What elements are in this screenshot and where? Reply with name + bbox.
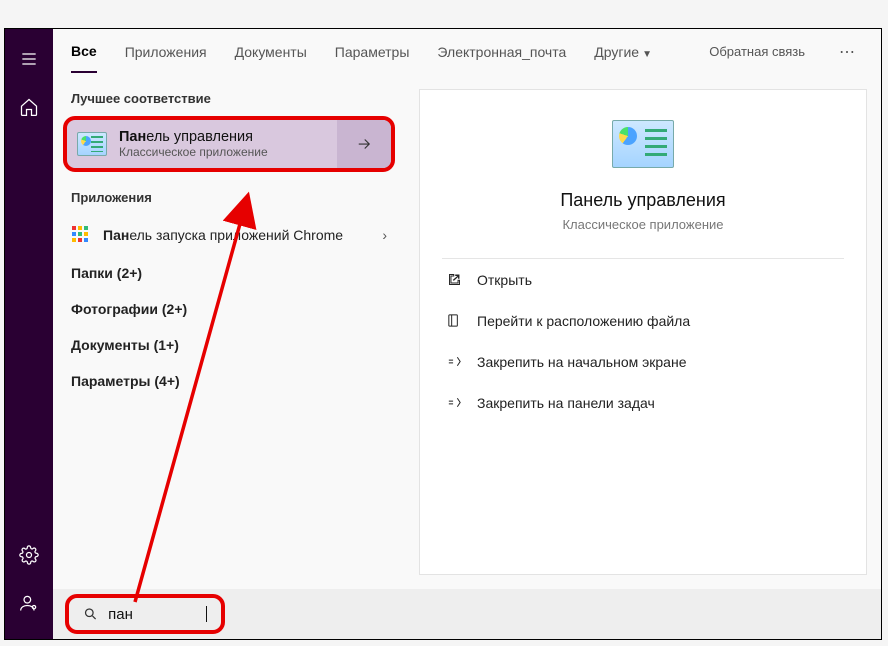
taskbar (5, 29, 53, 639)
search-box[interactable] (65, 594, 225, 634)
chrome-apps-icon (72, 226, 90, 244)
category-photos[interactable]: Фотографии (2+) (53, 291, 405, 327)
arrow-right-icon (355, 135, 373, 153)
search-icon (83, 605, 98, 623)
text-cursor (206, 606, 207, 622)
more-button[interactable]: ⋯ (833, 42, 863, 62)
home-icon (19, 97, 39, 117)
category-documents[interactable]: Документы (1+) (53, 327, 405, 363)
detail-subtitle: Классическое приложение (420, 217, 866, 232)
home-button[interactable] (5, 85, 53, 129)
open-icon (446, 271, 463, 288)
feedback-link[interactable]: Обратная связь (709, 44, 805, 59)
menu-button[interactable] (5, 37, 53, 81)
account-button[interactable] (5, 581, 53, 625)
best-match-result[interactable]: Панель управления Классическое приложени… (63, 116, 395, 172)
pin-taskbar-icon (446, 394, 463, 411)
detail-card: Панель управления Классическое приложени… (419, 89, 867, 575)
result-chrome-launcher[interactable]: Панель запуска приложений Chrome › (53, 215, 405, 255)
folder-location-icon (446, 312, 463, 329)
chevron-right-icon: › (382, 227, 387, 243)
detail-title: Панель управления (420, 190, 866, 211)
action-label: Перейти к расположению файла (477, 313, 690, 329)
tab-settings[interactable]: Параметры (335, 32, 410, 72)
tab-documents[interactable]: Документы (235, 32, 307, 72)
search-window: Все Приложения Документы Параметры Элект… (4, 28, 882, 640)
filter-tabs: Все Приложения Документы Параметры Элект… (53, 29, 881, 75)
section-apps: Приложения (53, 182, 405, 215)
tab-other[interactable]: Другие▼ (594, 32, 652, 72)
results-list: Лучшее соответствие Панель управления Кл… (53, 75, 405, 589)
category-settings[interactable]: Параметры (4+) (53, 363, 405, 399)
action-pin-start[interactable]: Закрепить на начальном экране (420, 341, 866, 382)
control-panel-icon-large (612, 120, 674, 168)
hamburger-icon (19, 49, 39, 69)
search-bar (53, 589, 881, 639)
section-best-match: Лучшее соответствие (53, 83, 405, 116)
best-match-subtitle: Классическое приложение (119, 145, 268, 159)
pin-start-icon (446, 353, 463, 370)
results-body: Лучшее соответствие Панель управления Кл… (53, 75, 881, 589)
person-icon (19, 593, 39, 613)
main-area: Все Приложения Документы Параметры Элект… (53, 29, 881, 639)
control-panel-icon (77, 132, 107, 156)
best-match-expand[interactable] (337, 120, 391, 168)
settings-button[interactable] (5, 533, 53, 577)
category-folders[interactable]: Папки (2+) (53, 255, 405, 291)
action-label: Открыть (477, 272, 532, 288)
action-open-location[interactable]: Перейти к расположению файла (420, 300, 866, 341)
best-match-title: Панель управления (119, 129, 268, 145)
action-label: Закрепить на начальном экране (477, 354, 687, 370)
detail-pane: Панель управления Классическое приложени… (405, 75, 881, 589)
tab-apps[interactable]: Приложения (125, 32, 207, 72)
action-open[interactable]: Открыть (420, 259, 866, 300)
gear-icon (19, 545, 39, 565)
chevron-down-icon: ▼ (642, 49, 652, 60)
tab-email[interactable]: Электронная_почта (437, 32, 566, 72)
action-label: Закрепить на панели задач (477, 395, 655, 411)
result-label: Панель запуска приложений Chrome (103, 227, 370, 243)
action-pin-taskbar[interactable]: Закрепить на панели задач (420, 382, 866, 423)
tab-all[interactable]: Все (71, 31, 97, 73)
search-input[interactable] (108, 606, 198, 623)
